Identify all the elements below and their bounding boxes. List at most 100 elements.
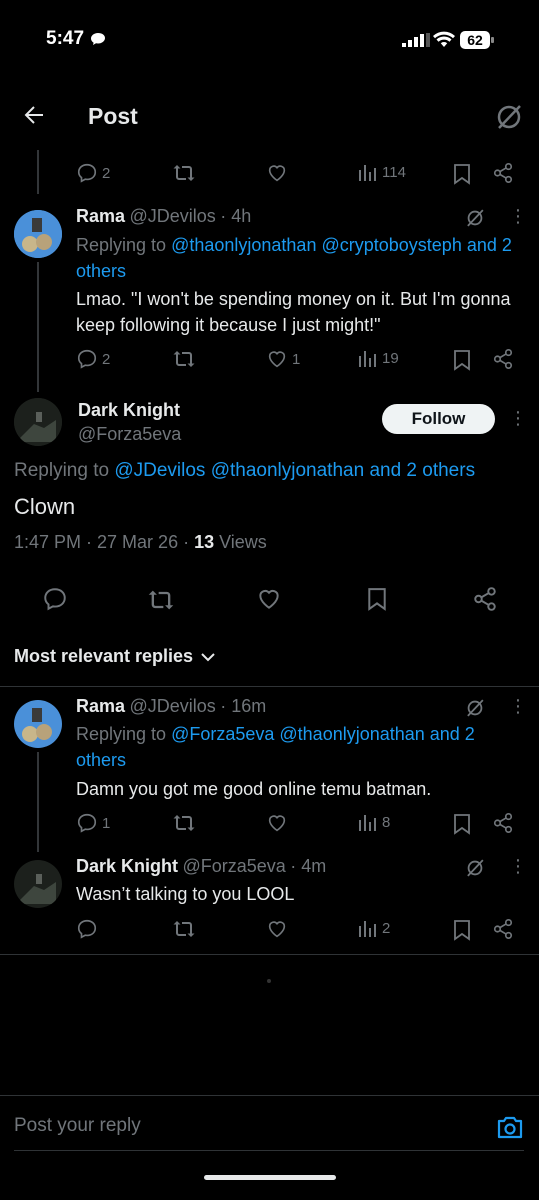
avatar-image [14,860,62,908]
heart-icon [268,165,286,182]
author-name[interactable]: Dark Knight [78,400,181,421]
heart-icon[interactable] [256,586,282,612]
bookmark-icon[interactable] [452,919,472,941]
like-count: 1 [292,350,301,368]
avatar[interactable] [14,398,62,446]
views-count: 114 [382,163,406,181]
more-icon[interactable]: ⋮ [509,696,527,717]
battery-level: 62 [467,32,483,48]
like-button[interactable] [266,918,288,940]
mention-link[interactable]: @Forza5eva @thaonlyjonathan and 2 [171,724,475,744]
like-button[interactable] [266,812,288,834]
repost-button[interactable] [172,348,196,370]
reply3-action-bar: 2 [76,918,521,944]
replying-to: Replying to @thaonlyjonathan @cryptoboys… [76,232,521,284]
thread-line [37,262,39,392]
avatar[interactable] [14,860,62,908]
share-icon[interactable] [492,162,514,184]
views-icon [359,815,376,831]
views-button[interactable]: 2 [358,918,390,938]
avatar-image [14,210,62,258]
thread-line [37,752,39,852]
repost-icon [173,815,195,831]
post-time: · 4h [220,206,252,226]
others-link[interactable]: others [76,747,526,773]
avatar[interactable] [14,700,62,748]
more-icon[interactable]: ⋮ [509,856,527,877]
views-icon [359,351,376,367]
views-button[interactable]: 19 [358,348,399,368]
author-name[interactable]: Rama [76,696,125,716]
parent-action-bar: 2 114 [76,162,521,188]
composer-divider [14,1150,524,1151]
views-icon [359,165,376,181]
author-name[interactable]: Rama [76,206,125,226]
grok-icon[interactable] [465,858,485,878]
reply-icon [77,919,97,939]
sort-dropdown[interactable]: Most relevant replies [14,646,215,667]
battery-indicator: 62 [460,31,490,49]
author-handle[interactable]: @JDevilos [129,206,215,226]
share-icon[interactable] [492,918,514,940]
page-title: Post [88,103,138,129]
post-text: Lmao. "I won't be spending money on it. … [76,289,511,335]
home-indicator[interactable] [204,1175,336,1180]
reply1-action-bar: 2 1 19 [76,348,521,374]
follow-button[interactable]: Follow [382,404,495,434]
share-icon[interactable] [492,812,514,834]
like-button[interactable]: 1 [266,348,300,370]
post-text: Clown [14,494,76,519]
camera-icon[interactable] [496,1114,524,1140]
top-header [0,80,539,150]
grok-icon[interactable] [465,698,485,718]
reply-button[interactable]: 2 [76,348,110,370]
bookmark-icon[interactable] [452,813,472,835]
chat-bubble-icon [91,33,105,45]
reply-icon[interactable] [42,586,68,612]
like-button[interactable] [266,162,288,184]
views-count: 13 [194,532,215,552]
author-handle[interactable]: @JDevilos [129,696,215,716]
reply-button[interactable] [76,918,98,940]
repost-button[interactable] [172,162,196,184]
replying-to: Replying to @Forza5eva @thaonlyjonathan … [76,721,526,773]
reply-button[interactable]: 2 [76,162,110,184]
reply-button[interactable]: 1 [76,812,110,834]
views-button[interactable]: 114 [358,162,406,182]
views-button[interactable]: 8 [358,812,390,832]
share-icon[interactable] [472,586,498,612]
reply2-header: Rama @JDevilos · 16m [76,696,266,717]
author-handle[interactable]: @Forza5eva [78,424,181,445]
author-handle[interactable]: @Forza5eva [182,856,285,876]
reply-count: 2 [102,350,111,368]
repost-button[interactable] [172,812,196,834]
mention-link[interactable]: @JDevilos @thaonlyjonathan and 2 others [114,460,475,481]
more-icon[interactable]: ⋮ [509,206,527,227]
replying-prefix: Replying to [76,235,167,255]
divider [0,1095,539,1096]
reply-input[interactable]: Post your reply [14,1115,141,1137]
grok-icon[interactable] [495,103,523,131]
back-arrow-icon[interactable] [22,103,46,127]
repost-button[interactable] [172,918,196,940]
reply3-header: Dark Knight @Forza5eva · 4m [76,856,326,877]
more-icon[interactable]: ⋮ [509,408,527,429]
mention-link[interactable]: @thaonlyjonathan [171,235,316,255]
author-name[interactable]: Dark Knight [76,856,178,876]
bookmark-icon[interactable] [366,586,388,612]
divider [0,686,539,687]
post-time: · 16m [220,696,267,716]
repost-icon [173,351,195,367]
repost-icon[interactable] [147,587,175,613]
avatar[interactable] [14,210,62,258]
status-time: 5:47 [46,28,85,49]
bookmark-icon[interactable] [452,349,472,371]
status-bar: 5:47 62 [0,0,539,80]
grok-icon[interactable] [465,208,485,228]
repost-icon [173,165,195,181]
bookmark-icon[interactable] [452,163,472,185]
repost-icon [173,921,195,937]
views-count: 2 [382,919,391,937]
mention-link[interactable]: @cryptoboysteph [321,235,461,255]
share-icon[interactable] [492,348,514,370]
